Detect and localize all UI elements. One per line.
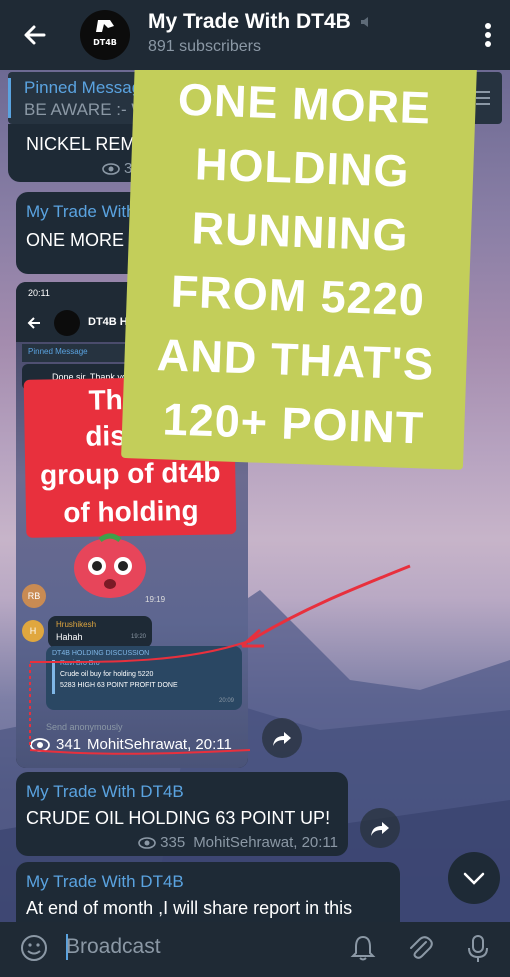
message-sender: My Trade With: [26, 202, 136, 221]
screenshot-back-icon: [27, 317, 40, 329]
sticker-line: AND THAT'S: [156, 329, 436, 390]
channel-title[interactable]: My Trade With DT4B: [148, 10, 351, 34]
views-count: 335: [160, 834, 186, 851]
views-icon: [102, 162, 120, 175]
message-text: At end of month ,I will share report in …: [26, 898, 353, 918]
emoji-icon[interactable]: [20, 934, 48, 962]
subscriber-count: 891 subscribers: [148, 38, 261, 55]
red-caption-line: group of dt4b: [39, 456, 221, 491]
message-text: CRUDE OIL HOLDING 63 POINT UP!: [26, 808, 331, 828]
share-button[interactable]: [360, 808, 400, 848]
message-text: ONE MORE I: [26, 230, 135, 250]
channel-avatar[interactable]: DT4B: [80, 10, 130, 60]
message-bubble[interactable]: My Trade With DT4B CRUDE OIL HOLDING 63 …: [16, 772, 348, 856]
pinned-indicator: [8, 78, 11, 118]
broadcast-input[interactable]: Broadcast: [66, 935, 161, 959]
message-sender: My Trade With DT4B: [26, 872, 184, 891]
avatar-logo-text: DT4B: [93, 38, 117, 47]
views-icon: [138, 836, 156, 849]
message-sender: My Trade With DT4B: [26, 782, 184, 801]
author-time: MohitSehrawat, 20:11: [193, 834, 338, 851]
message-meta: 335 MohitSehrawat, 20:11: [138, 834, 338, 851]
pinned-snippet: BE AWARE :- W: [24, 100, 148, 119]
scroll-down-button[interactable]: [448, 852, 500, 904]
sticker-line: RUNNING: [190, 202, 410, 261]
muted-icon: [361, 17, 368, 27]
screenshot-avatar: [54, 310, 80, 336]
attach-icon[interactable]: [406, 934, 434, 962]
sticker-line: ONE MORE: [177, 73, 432, 134]
red-caption-line: of holding: [63, 494, 199, 529]
message-text: NICKEL REM: [26, 134, 136, 154]
message-input-bar: Broadcast: [0, 922, 510, 977]
microphone-icon[interactable]: [466, 934, 490, 964]
bell-icon[interactable]: [350, 934, 376, 962]
pinned-title: Pinned Messag: [24, 78, 142, 97]
more-options-icon[interactable]: [484, 22, 492, 48]
chat-header: DT4B My Trade With DT4B 891 subscribers: [0, 0, 510, 70]
share-icon: [371, 822, 389, 836]
red-annotation-arrow: [29, 564, 411, 755]
sticker-line: HOLDING: [194, 138, 411, 197]
back-arrow-icon[interactable]: [20, 20, 50, 50]
message-bubble[interactable]: My Trade With DT4B At end of month ,I wi…: [16, 862, 400, 922]
promo-sticker: ONE MORE HOLDING RUNNING FROM 5220 AND T…: [121, 54, 477, 470]
sticker-line: FROM 5220: [169, 265, 426, 326]
chevron-down-icon: [463, 872, 485, 885]
sticker-line: 120+ POINT: [161, 393, 425, 454]
